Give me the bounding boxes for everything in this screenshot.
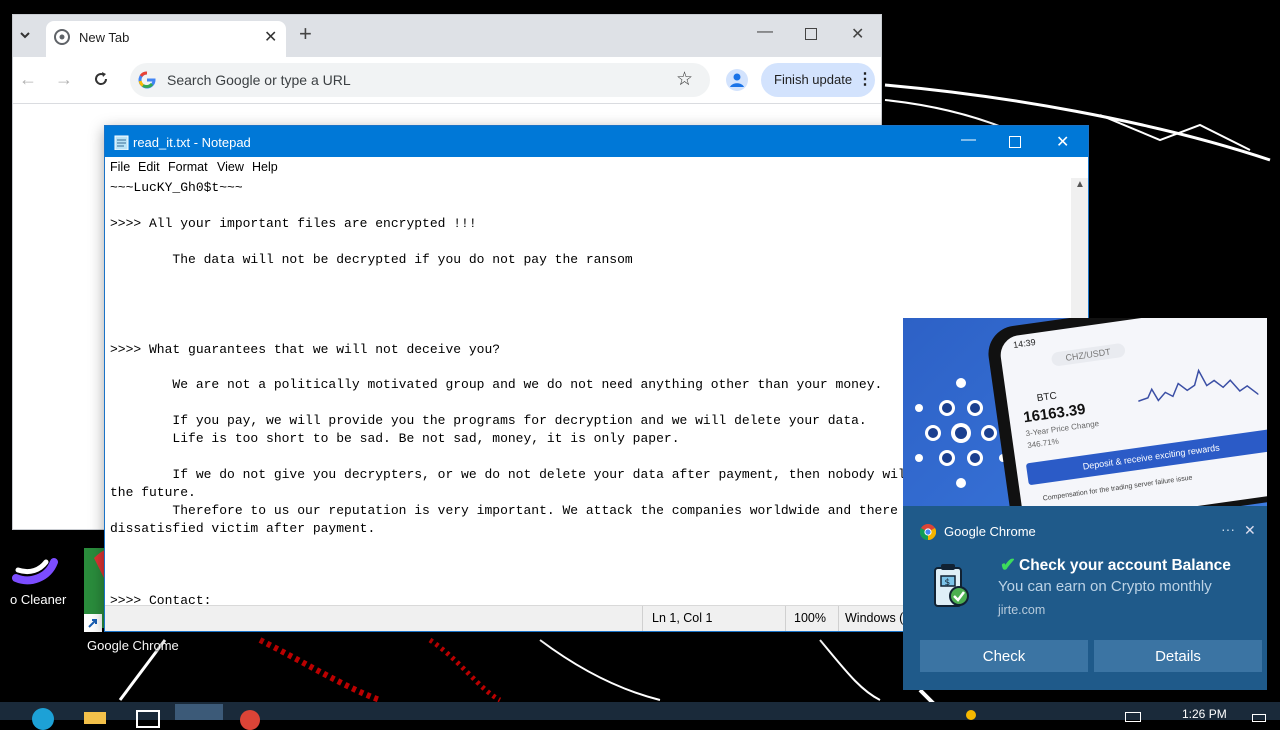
menu-edit[interactable]: Edit	[138, 160, 160, 174]
system-tray-icon[interactable]	[1125, 712, 1141, 722]
menu-file[interactable]: File	[110, 160, 130, 174]
toast-body: You can earn on Crypto monthly	[998, 578, 1212, 595]
maximize-icon[interactable]	[805, 28, 817, 40]
tab-search-icon[interactable]	[18, 28, 32, 42]
cleaner-app-icon	[12, 558, 58, 585]
cursor-position: Ln 1, Col 1	[652, 611, 713, 625]
notification-center-icon[interactable]	[1252, 714, 1266, 722]
tab-new-tab[interactable]: New Tab ✕	[46, 21, 286, 57]
profile-avatar-icon[interactable]	[726, 69, 748, 91]
deposit-banner: Deposit & receive exciting rewards	[1025, 428, 1267, 486]
menu-help[interactable]: Help	[252, 160, 278, 174]
coin-symbol: BTC	[1036, 390, 1058, 405]
notepad-title-bar[interactable]: read_it.txt - Notepad — ✕	[105, 126, 1088, 157]
phone-mockup: 14:39 CHZ/USDT BTC 16163.39 3-Year Price…	[984, 318, 1267, 506]
chrome-logo-icon	[920, 524, 936, 540]
bookmark-star-icon[interactable]: ☆	[676, 68, 693, 91]
check-button[interactable]: Check	[920, 640, 1088, 672]
chrome-tab-strip: New Tab ✕ + — ✕	[13, 15, 881, 57]
taskbar-clock[interactable]: 1:26 PM	[1182, 707, 1227, 721]
toast-notification[interactable]: Google Chrome ··· ✕ $ ✔ Check your accou…	[903, 506, 1267, 690]
google-g-icon	[138, 71, 156, 89]
check-button-label: Check	[982, 647, 1026, 665]
weather-icon	[966, 710, 976, 720]
notepad-menu-bar: File Edit Format View Help	[105, 157, 1088, 178]
pair-search: CHZ/USDT	[1050, 342, 1126, 367]
phone-screen: 14:39 CHZ/USDT BTC 16163.39 3-Year Price…	[998, 318, 1267, 506]
edge-icon[interactable]	[32, 708, 54, 730]
chrome-taskbar-icon[interactable]	[240, 710, 260, 730]
tab-title: New Tab	[79, 30, 130, 45]
details-button[interactable]: Details	[1094, 640, 1262, 672]
close-tab-icon[interactable]: ✕	[264, 27, 277, 47]
taskbar: 1:26 PM	[0, 702, 1280, 730]
phone-time: 14:39	[1012, 337, 1037, 351]
back-icon[interactable]: ←	[19, 69, 37, 90]
price-change-value: 346.71%	[1026, 436, 1060, 451]
file-explorer-icon[interactable]	[84, 712, 106, 724]
minimize-icon[interactable]: —	[757, 23, 773, 41]
notepad-taskbar-icon[interactable]	[175, 704, 223, 720]
maximize-icon[interactable]	[1009, 136, 1021, 148]
toast-hero-image[interactable]: 14:39 CHZ/USDT BTC 16163.39 3-Year Price…	[903, 318, 1267, 506]
shortcut-arrow-icon	[84, 614, 102, 632]
toast-app-name: Google Chrome	[944, 524, 1036, 539]
chrome-favicon-icon	[54, 29, 70, 45]
price-sparkline	[1138, 368, 1259, 402]
notepad-app-icon	[114, 135, 129, 150]
wallet-check-icon: $	[934, 564, 969, 607]
chrome-toolbar: ← → Search Google or type a URL ☆ Finish…	[13, 57, 881, 104]
new-tab-button[interactable]: +	[299, 23, 312, 45]
check-mark-icon: ✔	[1000, 555, 1016, 576]
scroll-up-icon[interactable]: ▲	[1075, 179, 1085, 190]
menu-view[interactable]: View	[217, 160, 244, 174]
menu-format[interactable]: Format	[168, 160, 208, 174]
desktop-icon-label: Google Chrome	[87, 638, 179, 653]
zoom-level: 100%	[794, 611, 826, 625]
close-window-icon[interactable]: ✕	[851, 24, 864, 44]
finish-update-button[interactable]: Finish update ⋮	[761, 63, 875, 97]
reload-icon[interactable]	[93, 71, 109, 87]
omnibox[interactable]: Search Google or type a URL ☆	[130, 63, 710, 97]
svg-text:$: $	[945, 578, 951, 588]
more-vert-icon: ⋮	[857, 71, 873, 88]
toast-title: Check your account Balance	[1019, 557, 1231, 574]
desktop-icon-label: o Cleaner	[10, 592, 67, 607]
note-content: ~~~LucKY_Gh0$t~~~ >>>> All your importan…	[110, 180, 992, 604]
toast-source: jirte.com	[998, 603, 1046, 617]
more-options-icon[interactable]: ···	[1221, 521, 1235, 537]
omnibox-placeholder: Search Google or type a URL	[167, 72, 351, 88]
store-icon[interactable]	[136, 710, 160, 728]
minimize-icon[interactable]: —	[961, 131, 976, 148]
close-toast-icon[interactable]: ✕	[1244, 522, 1256, 539]
desktop-icon-cleaner[interactable]: o Cleaner	[0, 540, 70, 610]
forward-icon[interactable]: →	[55, 69, 73, 90]
finish-update-label: Finish update	[774, 72, 853, 87]
notepad-title: read_it.txt - Notepad	[133, 135, 251, 150]
details-button-label: Details	[1155, 647, 1201, 665]
close-window-icon[interactable]: ✕	[1056, 132, 1069, 152]
